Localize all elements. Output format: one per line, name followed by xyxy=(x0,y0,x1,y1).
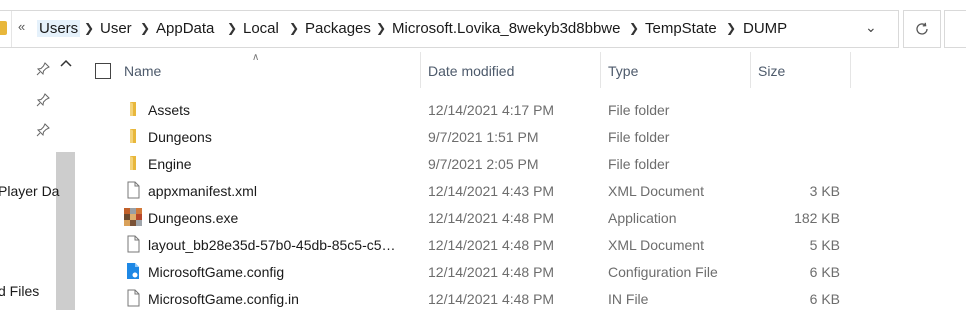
file-size: 6 KB xyxy=(809,291,840,307)
file-date-modified: 12/14/2021 4:48 PM xyxy=(428,291,555,307)
breadcrumb-dump[interactable]: DUMP xyxy=(743,20,787,37)
file-row[interactable]: MicrosoftGame.config.in 12/14/2021 4:48 … xyxy=(112,285,852,310)
file-type: XML Document xyxy=(608,183,704,199)
file-date-modified: 12/14/2021 4:48 PM xyxy=(428,237,555,253)
file-name: Assets xyxy=(148,102,191,118)
nav-scrollbar-thumb[interactable] xyxy=(56,152,75,310)
document-icon xyxy=(127,235,140,253)
file-type: File folder xyxy=(608,129,670,145)
file-name: appxmanifest.xml xyxy=(148,183,257,199)
breadcrumb-users[interactable]: Users xyxy=(37,20,81,37)
file-type: Configuration File xyxy=(608,264,718,280)
column-divider[interactable] xyxy=(420,52,421,88)
file-row[interactable]: appxmanifest.xml 12/14/2021 4:43 PM XML … xyxy=(112,177,852,204)
file-type: File folder xyxy=(608,102,670,118)
column-divider[interactable] xyxy=(750,52,751,88)
search-field[interactable] xyxy=(944,10,966,48)
file-row[interactable]: MicrosoftGame.config 12/14/2021 4:48 PM … xyxy=(112,258,852,285)
file-type: File folder xyxy=(608,156,670,172)
file-row[interactable]: Dungeons 9/7/2021 1:51 PM File folder xyxy=(112,123,852,150)
file-row[interactable]: layout_bb28e35d-57b0-45db-85c5-c5… 12/14… xyxy=(112,231,852,258)
file-size: 182 KB xyxy=(794,210,840,226)
file-date-modified: 12/14/2021 4:43 PM xyxy=(428,183,555,199)
refresh-button[interactable] xyxy=(903,10,941,48)
file-name: layout_bb28e35d-57b0-45db-85c5-c5… xyxy=(148,237,396,253)
file-size: 6 KB xyxy=(809,264,840,280)
chevron-right-icon[interactable]: ❯ xyxy=(227,21,237,35)
chevron-right-icon[interactable]: ❯ xyxy=(376,21,386,35)
file-size: 3 KB xyxy=(809,183,840,199)
file-name: MicrosoftGame.config xyxy=(148,264,285,280)
divider xyxy=(11,11,12,47)
scroll-up-icon[interactable] xyxy=(60,58,72,68)
column-header-date-modified[interactable]: Date modified xyxy=(428,63,514,79)
column-divider[interactable] xyxy=(850,52,851,88)
column-header-name[interactable]: Name xyxy=(124,63,161,79)
folder-icon xyxy=(130,129,136,143)
breadcrumb-package-folder[interactable]: Microsoft.Lovika_8wekyb3d8bbwe xyxy=(392,20,620,37)
column-header-type[interactable]: Type xyxy=(608,63,638,79)
file-name: Dungeons.exe xyxy=(148,210,239,226)
chevron-right-icon[interactable]: ❯ xyxy=(84,21,94,35)
file-date-modified: 9/7/2021 2:05 PM xyxy=(428,156,539,172)
file-date-modified: 9/7/2021 1:51 PM xyxy=(428,129,539,145)
breadcrumb-local[interactable]: Local xyxy=(243,20,279,37)
column-divider[interactable] xyxy=(600,52,601,88)
file-name: Dungeons xyxy=(148,129,212,145)
nav-item-player-data[interactable]: Player Da xyxy=(0,183,59,199)
file-row[interactable]: Engine 9/7/2021 2:05 PM File folder xyxy=(112,150,852,177)
file-name: MicrosoftGame.config.in xyxy=(148,291,299,307)
chevron-right-icon[interactable]: ❯ xyxy=(726,21,736,35)
file-type: IN File xyxy=(608,291,649,307)
file-date-modified: 12/14/2021 4:48 PM xyxy=(428,210,555,226)
address-bar[interactable]: « Users ❯ User ❯ AppData ❯ Local ❯ Packa… xyxy=(0,10,899,48)
file-date-modified: 12/14/2021 4:17 PM xyxy=(428,102,555,118)
application-icon xyxy=(124,208,142,226)
pin-icon[interactable] xyxy=(36,123,50,137)
chevron-right-icon[interactable]: ❯ xyxy=(289,21,299,35)
file-type: Application xyxy=(608,210,677,226)
document-icon xyxy=(127,289,140,307)
file-type: XML Document xyxy=(608,237,704,253)
sort-up-icon: ∧ xyxy=(252,52,260,63)
file-row[interactable]: Dungeons.exe 12/14/2021 4:48 PM Applicat… xyxy=(112,204,852,231)
breadcrumb-appdata[interactable]: AppData xyxy=(156,20,214,37)
file-size: 5 KB xyxy=(809,237,840,253)
folder-icon xyxy=(130,156,136,170)
folder-icon xyxy=(0,21,7,35)
file-name: Engine xyxy=(148,156,192,172)
chevron-right-icon[interactable]: ❯ xyxy=(629,21,639,35)
refresh-icon xyxy=(916,22,928,35)
pin-icon[interactable] xyxy=(36,62,50,76)
pin-icon[interactable] xyxy=(36,93,50,107)
breadcrumb-user[interactable]: User xyxy=(100,20,132,37)
select-all-checkbox[interactable] xyxy=(95,63,111,79)
chevron-down-icon[interactable]: ⌄ xyxy=(865,19,877,36)
column-header-size[interactable]: Size xyxy=(758,63,785,79)
nav-item-files[interactable]: d Files xyxy=(0,283,39,299)
folder-icon xyxy=(130,102,136,116)
file-row[interactable]: Assets 12/14/2021 4:17 PM File folder xyxy=(112,96,852,123)
breadcrumb-tempstate[interactable]: TempState xyxy=(645,20,717,37)
config-file-icon xyxy=(127,263,139,279)
chevron-right-icon[interactable]: ❯ xyxy=(140,21,150,35)
file-date-modified: 12/14/2021 4:48 PM xyxy=(428,264,555,280)
document-icon xyxy=(127,181,140,199)
breadcrumb-packages[interactable]: Packages xyxy=(305,20,371,37)
breadcrumb-overflow-button[interactable]: « xyxy=(18,19,25,34)
